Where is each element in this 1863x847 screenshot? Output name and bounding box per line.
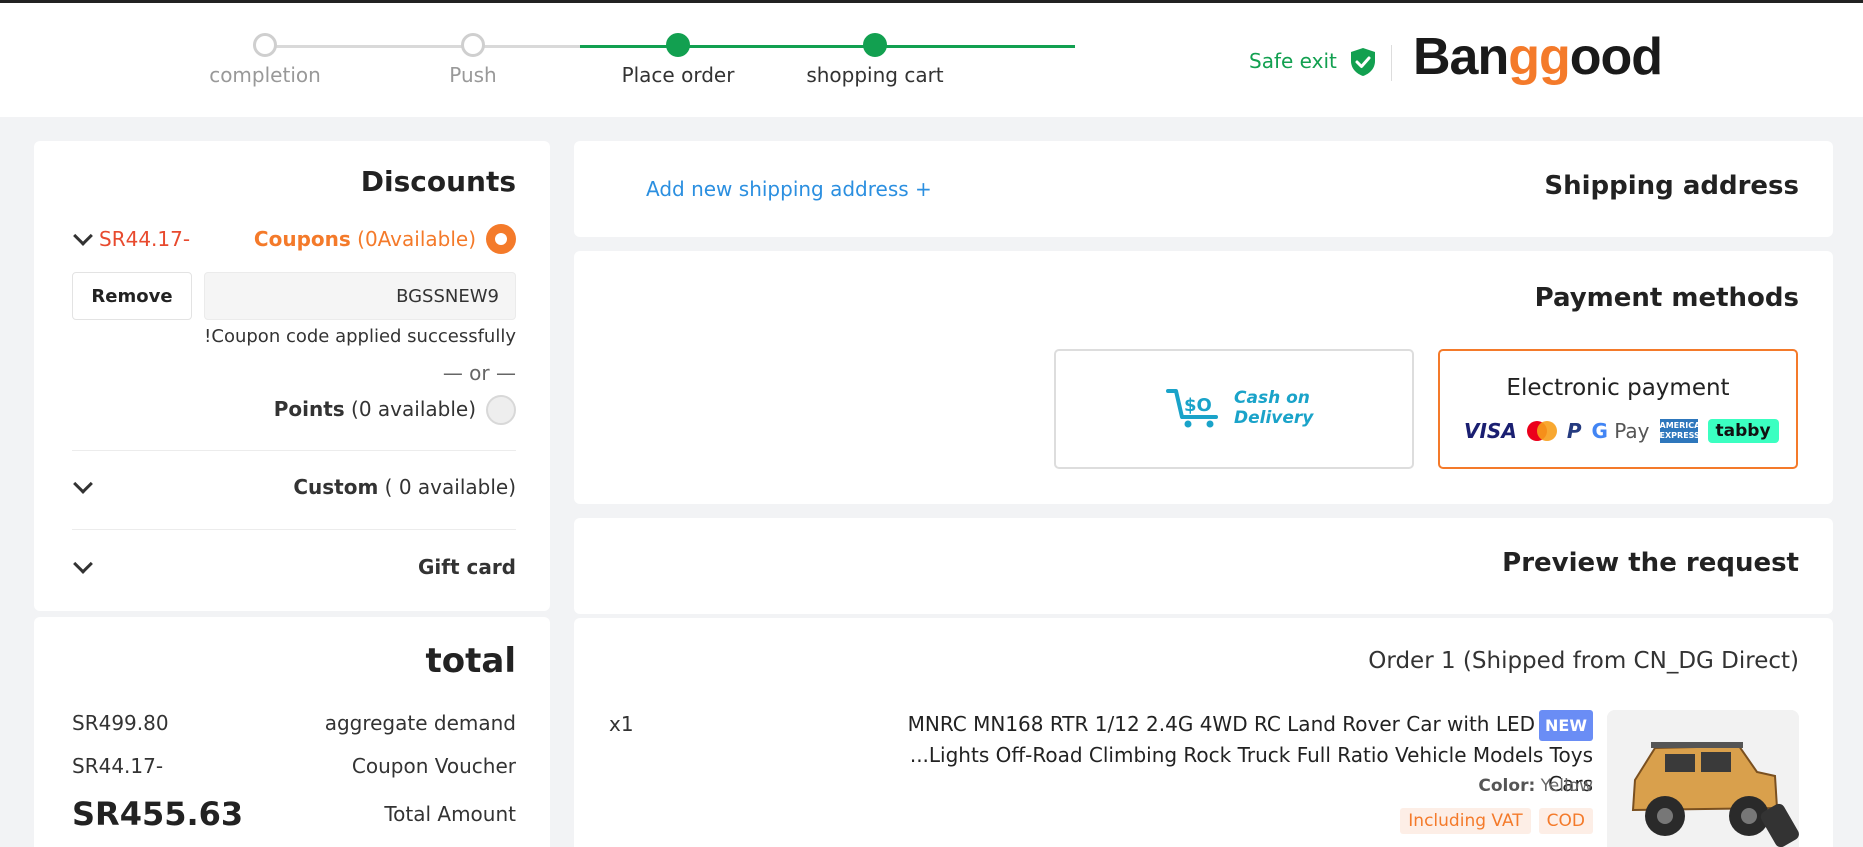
custom-label[interactable]: Custom ( 0 available) [293,475,516,499]
summary-row: SR455.63 Total Amount [72,795,516,833]
discounts-panel: Discounts SR44.17- Coupons (0Available) … [34,141,550,611]
chevron-down-icon[interactable] [73,226,93,246]
payment-methods-title: Payment methods [1534,283,1799,313]
step-dot [863,33,887,57]
product-image[interactable] [1607,710,1799,847]
order-panel: Order 1 (Shipped from CN_DG Direct) x1 M… [574,618,1833,847]
visa-icon: VISA [1464,419,1517,443]
shipping-address-title: Shipping address [1544,171,1799,201]
step-label: Place order [621,63,735,87]
google-pay-icon: G Pay [1591,419,1650,443]
vat-tag: Including VAT [1400,808,1531,834]
cod-tag: COD [1538,808,1593,834]
summary-row: SR44.17- Coupon Voucher [72,754,516,778]
or-divider: — or — [442,361,516,385]
discounts-title: Discounts [360,165,516,198]
new-badge: NEW [1539,710,1593,741]
step-push: Push [393,33,553,87]
step-label: completion [209,63,321,87]
total-panel: total SR499.80 aggregate demand SR44.17-… [34,617,550,847]
product-color: Color: Yellow [1478,776,1593,796]
coupons-radio[interactable] [486,224,516,254]
payment-methods-panel: Payment methods $O Cash on Delivery Elec… [574,251,1833,504]
chevron-down-icon[interactable] [73,554,93,574]
safe-exit-link[interactable]: Safe exit [1249,49,1337,73]
product-tags: Including VAT COD [1400,808,1593,834]
rc-car-image [1607,710,1799,847]
cart-icon: $O [1166,389,1218,428]
svg-text:$O: $O [1184,395,1212,416]
step-label: Push [449,63,497,87]
tabby-icon: tabby [1707,419,1779,443]
electronic-payment-title: Electronic payment [1506,375,1730,401]
banggood-logo[interactable]: Banggood [1413,27,1663,87]
step-dot [666,33,690,57]
payment-brands: VISA P G Pay AMERICAN EXPRESS tabby [1464,419,1779,443]
total-amount-value: SR455.63 [72,795,244,833]
item-quantity: x1 [609,712,634,736]
summary-label: aggregate demand [324,711,516,735]
summary-row: SR499.80 aggregate demand [72,711,516,735]
paypal-icon: P [1566,419,1582,443]
coupons-label[interactable]: Coupons (0Available) [254,227,476,251]
chevron-down-icon[interactable] [73,474,93,494]
checkout-progress: completion Push Place order shopping car… [200,23,1075,93]
coupon-discount-amount: SR44.17- [99,227,191,251]
summary-value: SR499.80 [72,711,169,735]
cod-text: Cash on Delivery [1234,388,1314,428]
step-place-order: Place order [598,33,758,87]
summary-label: Coupon Voucher [351,754,516,778]
total-title: total [425,641,516,681]
step-dot [461,33,485,57]
step-shopping-cart[interactable]: shopping cart [795,33,955,87]
points-label[interactable]: Points (0 available) [274,397,476,421]
preview-request-title: Preview the request [1502,548,1799,578]
coupon-code-input[interactable]: BGSSNEW9 [204,272,516,320]
step-dot [253,33,277,57]
cod-logo: $O Cash on Delivery [1166,387,1313,429]
points-radio[interactable] [486,395,516,425]
electronic-payment-option[interactable]: Electronic payment VISA P G Pay AMERICAN… [1438,349,1798,469]
shield-check-icon [1351,48,1375,76]
divider [72,529,516,530]
amex-icon: AMERICAN EXPRESS [1659,419,1707,443]
step-completion: completion [185,33,345,87]
gift-card-label[interactable]: Gift card [418,555,516,579]
header-divider [1391,45,1392,81]
shipping-address-panel: Add new shipping address + Shipping addr… [574,141,1833,237]
cash-on-delivery-option[interactable]: $O Cash on Delivery [1054,349,1414,469]
mastercard-icon [1526,421,1557,441]
coupon-applied-message: !Coupon code applied successfully [204,326,516,347]
order-title: Order 1 (Shipped from CN_DG Direct) [1368,648,1799,674]
divider [72,450,516,451]
preview-request-panel: Preview the request [574,518,1833,614]
remove-coupon-button[interactable]: Remove [72,272,192,320]
summary-label: Total Amount [384,802,516,826]
summary-value: SR44.17- [72,754,164,778]
step-label: shopping cart [806,63,944,87]
checkout-header: completion Push Place order shopping car… [0,0,1863,117]
add-shipping-address-link[interactable]: Add new shipping address + [646,177,932,201]
